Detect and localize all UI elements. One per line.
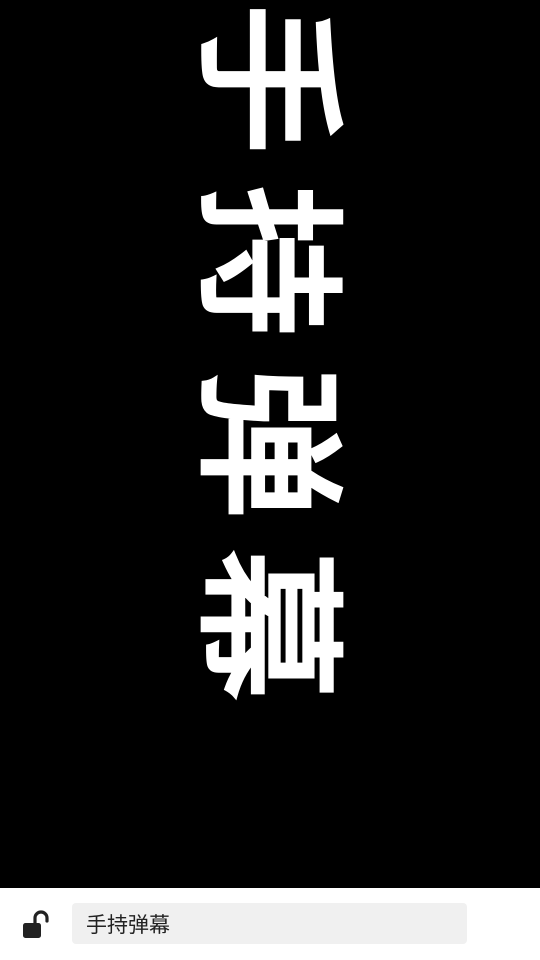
danmaku-screen: 手持弹幕 (0, 0, 540, 960)
unlocked-padlock-icon[interactable] (18, 910, 52, 940)
bottom-input-bar (0, 888, 540, 960)
danmaku-display: 手持弹幕 (0, 0, 540, 888)
danmaku-text: 手持弹幕 (179, 3, 353, 733)
danmaku-text-input[interactable] (72, 903, 467, 944)
